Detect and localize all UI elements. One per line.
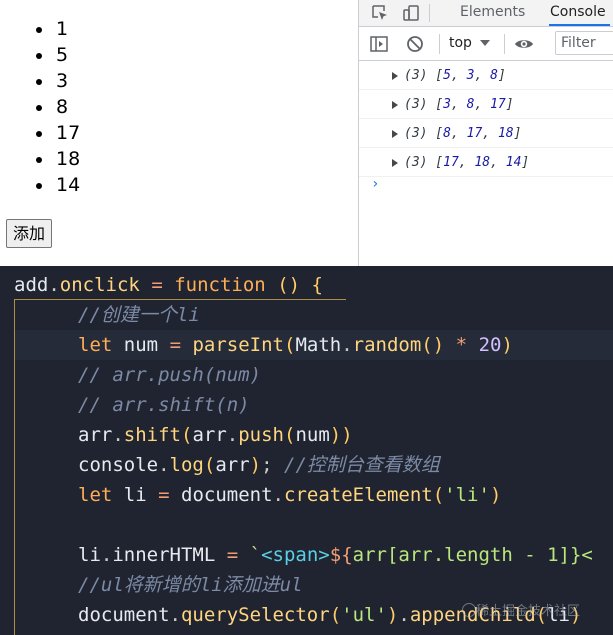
code-line: let li = document.createElement('li'): [78, 484, 502, 506]
array-count: (3): [404, 97, 428, 112]
array-value: 8: [443, 126, 451, 141]
array-count: (3): [404, 126, 428, 141]
code-line: li.innerHTML = `<span>${arr[arr.length -…: [78, 544, 593, 566]
expand-arrow-icon[interactable]: [392, 130, 398, 138]
clear-console-icon[interactable]: [405, 34, 425, 54]
expand-arrow-icon[interactable]: [392, 101, 398, 109]
console-log-entry[interactable]: (3) [3, 8, 17]: [359, 90, 613, 119]
array-value: 3: [443, 97, 451, 112]
expand-arrow-icon[interactable]: [392, 72, 398, 80]
toolbar-divider: [439, 34, 440, 54]
list-item: 5: [54, 42, 80, 68]
array-value: 14: [505, 155, 522, 170]
array-value: 17: [443, 155, 459, 170]
expand-arrow-icon[interactable]: [392, 159, 398, 167]
array-value: 8: [466, 97, 475, 112]
console-output: (3) [5, 3, 8] (3) [3, 8, 17] (3) [8, 17,…: [359, 61, 613, 177]
eye-icon[interactable]: [514, 34, 534, 54]
list-item: 8: [54, 94, 80, 120]
browser-page-area: 1 5 3 8 17 18 14 添加 Elements Console: [0, 0, 613, 266]
array-value: 18: [474, 155, 491, 170]
tabbar-divider: [429, 4, 430, 22]
array-value: 17: [466, 126, 483, 141]
add-button[interactable]: 添加: [6, 219, 53, 248]
code-line: let num = parseInt(Math.random() * 20): [78, 334, 513, 356]
array-value: 5: [443, 68, 451, 83]
toolbar-divider: [504, 34, 505, 54]
tab-console[interactable]: Console: [549, 0, 610, 26]
code-line: console.log(arr); //控制台查看数组: [78, 454, 440, 476]
code-editor[interactable]: add.onclick = function () { //创建一个li let…: [0, 266, 613, 635]
list-item: 3: [54, 68, 80, 94]
tab-elements[interactable]: Elements: [460, 0, 525, 26]
console-toolbar: top Filter: [359, 27, 613, 61]
array-value: 3: [466, 68, 475, 83]
list-item: 14: [54, 172, 80, 198]
list-item: 17: [54, 120, 80, 146]
list-item: 1: [54, 16, 80, 42]
watermark: 稀土掘金技术社区: [476, 604, 581, 619]
chevron-down-icon: [480, 40, 490, 46]
code-line: //创建一个li: [78, 304, 200, 326]
devtools-tabbar: Elements Console: [359, 0, 613, 27]
code-line: // arr.push(num): [78, 364, 262, 386]
inspect-element-icon[interactable]: [371, 4, 389, 22]
code-line: // arr.shift(n): [78, 394, 250, 416]
device-toolbar-icon[interactable]: [402, 4, 420, 22]
code-line: arr.shift(arr.push(num)): [78, 424, 353, 446]
array-value: 8: [490, 68, 498, 83]
list-item: 18: [54, 146, 80, 172]
code-line: add.onclick = function () {: [14, 274, 323, 296]
console-log-entry[interactable]: (3) [8, 17, 18]: [359, 119, 613, 148]
page-viewport: 1 5 3 8 17 18 14: [6, 0, 358, 266]
array-value: 18: [497, 126, 514, 141]
context-select[interactable]: top: [449, 35, 472, 51]
watermark-logo-icon: [462, 603, 476, 617]
array-value: 17: [490, 97, 506, 112]
array-count: (3): [404, 155, 428, 170]
console-prompt-icon[interactable]: ›: [371, 176, 379, 192]
array-count: (3): [404, 68, 428, 83]
console-log-entry[interactable]: (3) [17, 18, 14]: [359, 148, 613, 177]
number-list: 1 5 3 8 17 18 14: [30, 16, 80, 198]
sidebar-toggle-icon[interactable]: [369, 34, 389, 54]
console-log-entry[interactable]: (3) [5, 3, 8]: [359, 61, 613, 90]
code-line: //ul将新增的li添加进ul: [78, 574, 303, 596]
filter-input[interactable]: Filter: [555, 31, 613, 55]
devtools-panel: Elements Console top Filter (3) [5, 3, 8…: [358, 0, 613, 266]
